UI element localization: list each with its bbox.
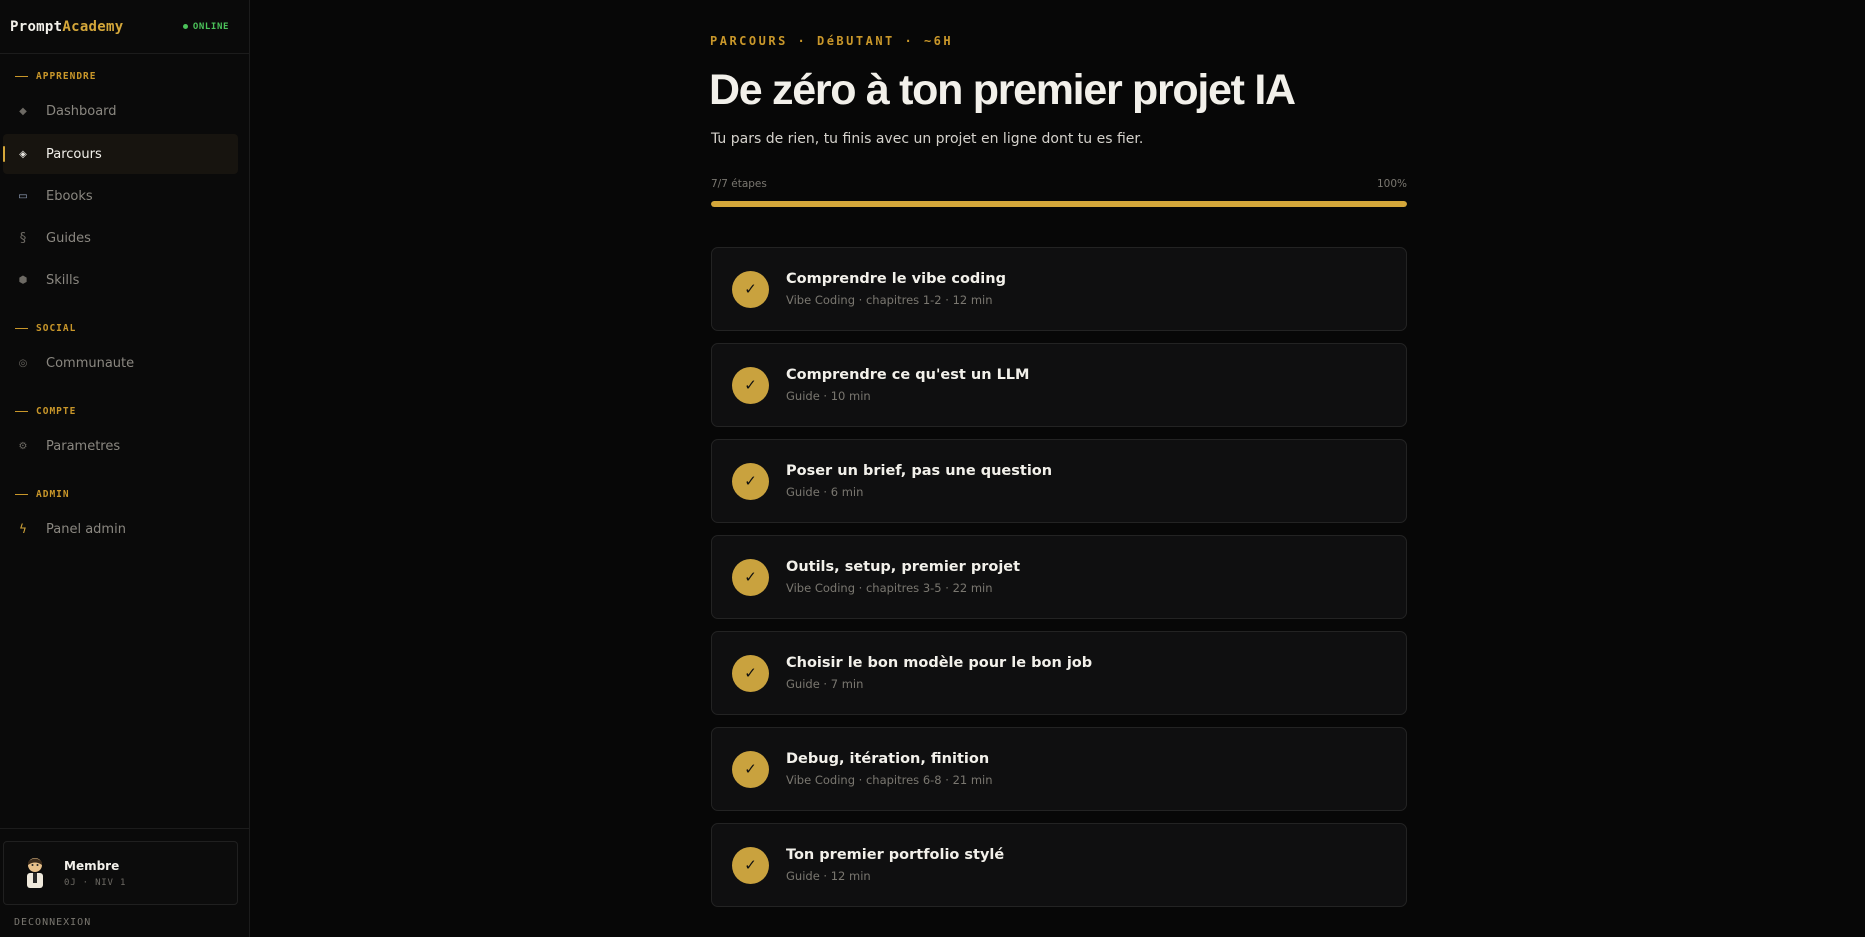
sidebar-item-label: Ebooks xyxy=(46,188,93,204)
section-divider-line xyxy=(15,411,28,412)
step-title: Comprendre ce qu'est un LLM xyxy=(786,367,1030,383)
sidebar-item-panel-admin[interactable]: ϟ Panel admin xyxy=(3,509,238,549)
online-status-label: ONLINE xyxy=(192,21,229,32)
section-divider-line xyxy=(15,494,28,495)
section-title-label: COMPTE xyxy=(36,406,77,417)
section-divider-line xyxy=(15,328,28,329)
sidebar-item-parametres[interactable]: ⚙ Parametres xyxy=(3,426,238,466)
step-meta: Guide · 10 min xyxy=(786,389,871,403)
brand-row: PromptAcademy ONLINE xyxy=(0,0,249,54)
check-icon: ✓ xyxy=(732,462,769,500)
step-title: Outils, setup, premier projet xyxy=(786,559,1021,575)
step-card[interactable]: ✓ Poser un brief, pas une question Guide… xyxy=(711,439,1407,523)
step-meta: Guide · 7 min xyxy=(786,677,864,691)
progress-steps-label: 7/7 étapes xyxy=(711,178,767,190)
step-card[interactable]: ✓ Outils, setup, premier projet Vibe Cod… xyxy=(711,535,1407,619)
page-title: De zéro à ton premier projet IA xyxy=(709,66,1296,114)
target-icon: ◈ xyxy=(19,148,27,160)
section-title-label: SOCIAL xyxy=(36,323,77,334)
step-meta: Vibe Coding · chapitres 3-5 · 22 min xyxy=(786,581,993,595)
progress-percent-label: 100% xyxy=(1376,178,1407,190)
sidebar-item-ebooks[interactable]: ▭ Ebooks xyxy=(3,176,238,216)
check-icon: ✓ xyxy=(732,846,769,884)
progress-bar-fill xyxy=(711,201,1407,207)
section-title-compte: COMPTE xyxy=(15,406,76,417)
step-title: Ton premier portfolio stylé xyxy=(786,847,1005,863)
bolt-icon: ϟ xyxy=(19,522,27,536)
section-icon: § xyxy=(19,230,27,246)
sidebar-item-label: Parcours xyxy=(46,146,102,162)
step-card[interactable]: ✓ Choisir le bon modèle pour le bon job … xyxy=(711,631,1407,715)
page-subtitle: Tu pars de rien, tu finis avec un projet… xyxy=(711,131,1144,147)
sidebar-footer: Membre 0J · NIV 1 DECONNEXION xyxy=(0,828,250,937)
step-meta: Guide · 6 min xyxy=(786,485,864,499)
sidebar-item-label: Guides xyxy=(46,230,91,246)
sidebar-item-skills[interactable]: ⬢ Skills xyxy=(3,260,238,300)
section-title-label: ADMIN xyxy=(36,489,70,500)
sidebar-item-label: Dashboard xyxy=(46,103,117,119)
step-meta: Vibe Coding · chapitres 6-8 · 21 min xyxy=(786,773,993,787)
step-card[interactable]: ✓ Comprendre le vibe coding Vibe Coding … xyxy=(711,247,1407,331)
book-icon: ▭ xyxy=(18,190,28,202)
online-dot-icon xyxy=(182,24,188,29)
diamond-icon: ◆ xyxy=(19,105,27,117)
step-title: Poser un brief, pas une question xyxy=(786,463,1053,479)
section-divider-line xyxy=(15,76,28,77)
step-card[interactable]: ✓ Ton premier portfolio stylé Guide · 12… xyxy=(711,823,1407,907)
step-title: Comprendre le vibe coding xyxy=(786,271,1006,287)
brand-name-part1: Prompt xyxy=(10,18,63,35)
check-icon: ✓ xyxy=(732,366,769,404)
sidebar-item-dashboard[interactable]: ◆ Dashboard xyxy=(3,91,238,131)
section-title-social: SOCIAL xyxy=(15,323,76,334)
sidebar-item-label: Skills xyxy=(46,272,80,288)
user-meta: 0J · NIV 1 xyxy=(64,877,127,888)
hexagon-icon: ⬢ xyxy=(18,274,28,286)
sidebar-item-parcours[interactable]: ◈ Parcours xyxy=(3,134,238,174)
sidebar-item-label: Panel admin xyxy=(46,521,126,537)
steps-list: ✓ Comprendre le vibe coding Vibe Coding … xyxy=(711,247,1407,919)
brand-name-part2: Academy xyxy=(62,18,124,35)
brand-logo[interactable]: PromptAcademy xyxy=(10,19,123,35)
section-title-apprendre: APPRENDRE xyxy=(15,71,96,82)
logout-button[interactable]: DECONNEXION xyxy=(14,917,91,928)
step-card[interactable]: ✓ Comprendre ce qu'est un LLM Guide · 10… xyxy=(711,343,1407,427)
sidebar-item-label: Communaute xyxy=(46,355,135,371)
sidebar-item-guides[interactable]: § Guides xyxy=(3,218,238,258)
sidebar-item-communaute[interactable]: ◎ Communaute xyxy=(3,343,238,383)
sidebar-item-label: Parametres xyxy=(46,438,121,454)
check-icon: ✓ xyxy=(732,654,769,692)
progress-labels: 7/7 étapes 100% xyxy=(711,178,1407,190)
check-icon: ✓ xyxy=(732,270,769,308)
step-meta: Guide · 12 min xyxy=(786,869,871,883)
progress-bar xyxy=(711,201,1407,207)
step-title: Choisir le bon modèle pour le bon job xyxy=(786,655,1093,671)
user-name: Membre xyxy=(64,858,120,873)
course-eyebrow: PARCOURS · DéBUTANT · ~6H xyxy=(710,34,954,48)
step-title: Debug, itération, finition xyxy=(786,751,990,767)
check-icon: ✓ xyxy=(732,750,769,788)
check-icon: ✓ xyxy=(732,558,769,596)
avatar xyxy=(27,858,43,888)
community-icon: ◎ xyxy=(18,357,28,369)
step-meta: Vibe Coding · chapitres 1-2 · 12 min xyxy=(786,293,993,307)
section-title-label: APPRENDRE xyxy=(36,71,97,82)
sidebar: PromptAcademy ONLINE APPRENDRE ◆ Dashboa… xyxy=(0,0,250,937)
online-status: ONLINE xyxy=(182,21,229,32)
step-card[interactable]: ✓ Debug, itération, finition Vibe Coding… xyxy=(711,727,1407,811)
section-title-admin: ADMIN xyxy=(15,489,70,500)
gear-icon: ⚙ xyxy=(18,440,28,452)
user-card[interactable]: Membre 0J · NIV 1 xyxy=(3,841,238,905)
